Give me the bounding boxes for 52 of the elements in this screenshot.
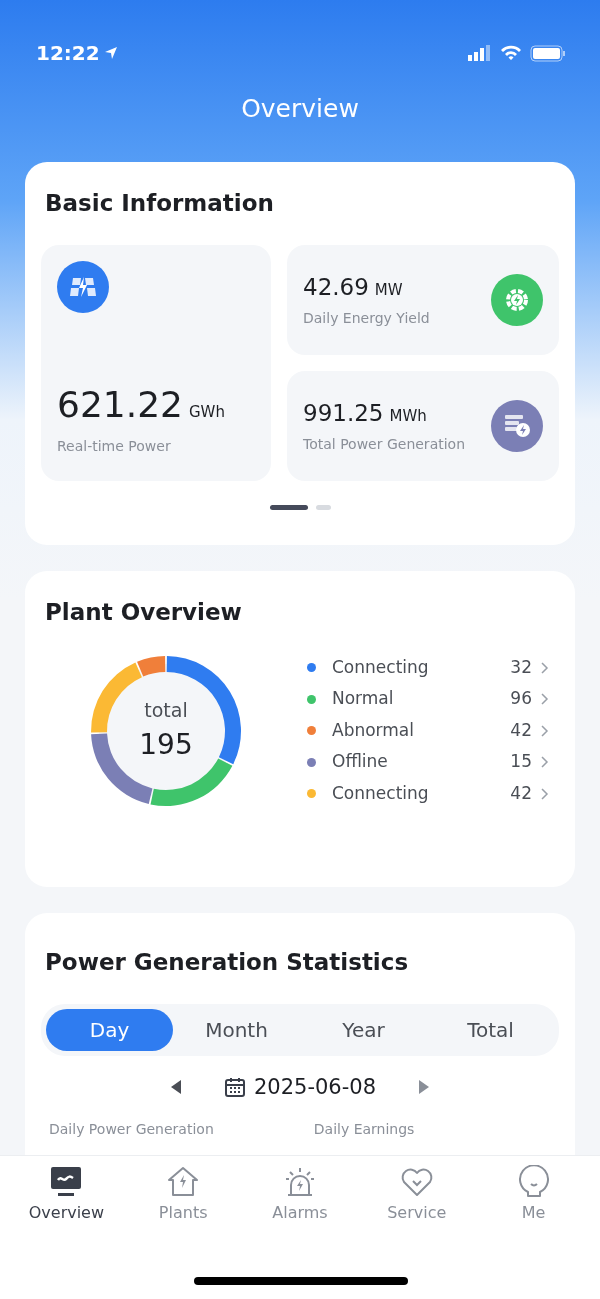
selected-date[interactable]: 2025-06-08 [253, 1071, 376, 1103]
wifi-icon [500, 45, 522, 61]
card-title: Basic Information [45, 189, 275, 218]
status-count: 42 [510, 718, 532, 742]
status-label[interactable]: Connecting [332, 780, 511, 807]
battery-icon [530, 44, 566, 62]
summary-label: Daily Earnings [313, 1120, 415, 1139]
tab-bar-item[interactable]: Overview [18, 1164, 115, 1299]
signal-icon [468, 45, 492, 61]
previous-date-icon[interactable] [169, 1079, 182, 1096]
card-title: Power Generation Statistics [45, 948, 410, 977]
metric-unit: MW [374, 280, 403, 299]
location-arrow-icon [103, 46, 118, 60]
period-tab[interactable]: Day [46, 1008, 173, 1051]
status-count: 32 [510, 655, 532, 679]
user-head-icon [516, 1165, 551, 1199]
status-count: 15 [510, 750, 532, 774]
metric-label: Total Power Generation [303, 435, 466, 455]
metric-value: 42.69 [303, 273, 369, 300]
chevron-right-icon[interactable] [540, 723, 549, 738]
card-title: Plant Overview [45, 598, 243, 627]
metric-unit: MWh [389, 406, 427, 425]
status-label[interactable]: Abnormal [332, 717, 511, 744]
metric-unit: GWh [188, 402, 225, 421]
page-indicator[interactable] [269, 504, 308, 510]
status-label[interactable]: Connecting [332, 654, 511, 681]
chevron-right-icon[interactable] [540, 660, 549, 675]
calendar-icon [223, 1076, 246, 1099]
status-label[interactable]: Offline [332, 749, 511, 775]
period-tab[interactable]: Year [300, 1008, 427, 1051]
chevron-right-icon[interactable] [540, 692, 549, 706]
solar-panel-icon [57, 260, 109, 313]
house-bolt-icon [166, 1165, 201, 1199]
metric-label: Real-time Power [57, 436, 172, 456]
metric-value: 991.25 [303, 399, 384, 426]
monitor-icon [49, 1165, 84, 1199]
chart-center-label: total [143, 697, 189, 723]
metric-value: 621.22 [57, 383, 183, 425]
chart-center-value: 195 [139, 726, 193, 763]
status-count: 96 [510, 687, 532, 711]
chevron-right-icon[interactable] [540, 786, 549, 801]
chevron-right-icon[interactable] [540, 755, 549, 769]
status-label[interactable]: Normal [332, 686, 511, 712]
next-date-icon[interactable] [418, 1079, 430, 1096]
clock-time: 12:22 [36, 40, 100, 67]
metric-label: Daily Energy Yield [303, 309, 430, 329]
page-title: Overview [240, 93, 360, 125]
status-count: 42 [510, 781, 532, 805]
summary-label: Daily Power Generation [49, 1120, 214, 1139]
period-tab[interactable]: Month [173, 1008, 300, 1051]
alarm-light-icon [283, 1165, 317, 1199]
period-tab[interactable]: Total [427, 1008, 554, 1051]
